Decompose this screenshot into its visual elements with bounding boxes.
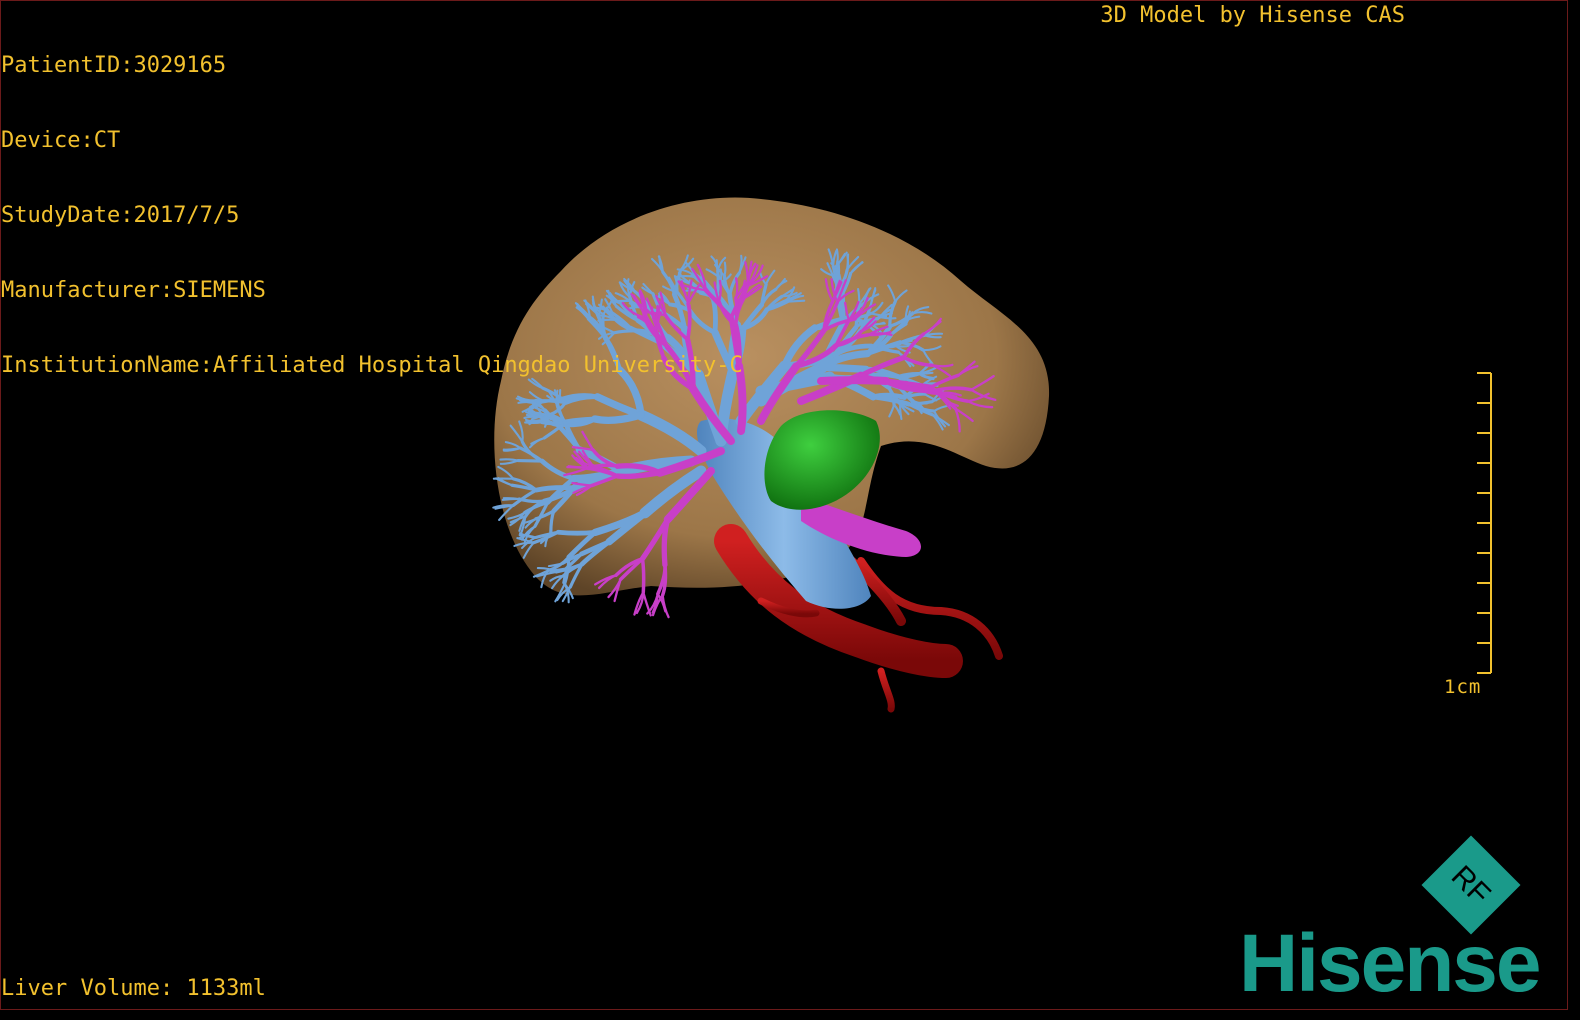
institution-name: InstitutionName:Affiliated Hospital Qing… xyxy=(1,353,743,378)
patient-id: PatientID:3029165 xyxy=(1,53,227,78)
hepatic-vein-branch xyxy=(742,279,746,300)
manufacturer: Manufacturer:SIEMENS xyxy=(1,278,266,303)
portal-vein-branch xyxy=(818,363,870,374)
render-viewport[interactable]: PatientID:3029165 Device:CT StudyDate:20… xyxy=(0,0,1568,1010)
scale-label: 1cm xyxy=(1444,676,1482,698)
portal-vein-branch xyxy=(555,529,598,536)
study-date: StudyDate:2017/7/5 xyxy=(1,203,240,228)
model-credit: 3D Model by Hisense CAS xyxy=(1100,3,1405,28)
liver-volume: Liver Volume: 1133ml xyxy=(1,976,266,1001)
portal-vein-branch xyxy=(501,497,521,501)
hepatic-vein-branch xyxy=(661,594,670,619)
hisense-logo: Hisense xyxy=(1239,918,1542,1009)
portal-vein-branch xyxy=(534,485,578,493)
dicom-info: PatientID:3029165 Device:CT StudyDate:20… xyxy=(1,3,743,428)
hepatic-vein-branch xyxy=(817,376,890,385)
hepatic-vein-branch xyxy=(642,591,652,617)
scale-bar xyxy=(1477,372,1492,674)
device: Device:CT xyxy=(1,128,121,153)
hepatic-vein-branch xyxy=(640,557,646,594)
